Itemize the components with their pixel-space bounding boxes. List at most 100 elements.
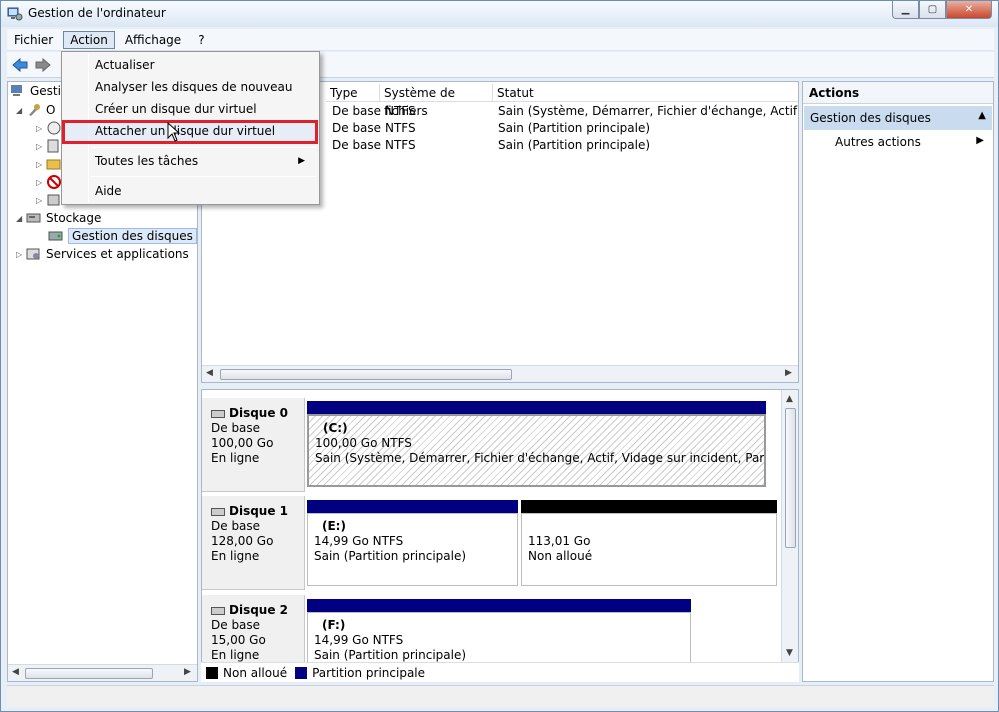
back-arrow-icon[interactable] [10, 56, 30, 74]
column-header-status[interactable]: Statut [493, 84, 798, 102]
collapse-up-icon[interactable]: ▲ [978, 110, 986, 121]
collapse-arrow-icon[interactable]: ◢ [16, 106, 26, 115]
maximize-icon: ▢ [927, 4, 938, 15]
unallocated-status: Non alloué [528, 549, 593, 563]
disk-0-info[interactable]: Disque 0 De base 100,00 Go En ligne [202, 398, 305, 492]
expand-arrow-icon[interactable]: ▷ [36, 142, 46, 151]
disk-legend: Non alloué Partition principale [201, 662, 799, 682]
partition-f-label: (F:) [322, 618, 346, 632]
storage-icon [26, 213, 41, 223]
partition-c[interactable]: (C:) 100,00 Go NTFS Sain (Système, Démar… [307, 401, 766, 487]
partition-e-status: Sain (Partition principale) [314, 549, 467, 563]
scroll-up-icon[interactable]: ▲ [786, 394, 793, 404]
menu-help[interactable]: ? [191, 31, 211, 49]
minimize-button[interactable]: ▁ [892, 1, 919, 19]
tree-horizontal-scrollbar[interactable]: ◀ ▶ [8, 664, 197, 681]
row-1-fs: NTFS [385, 121, 416, 135]
row-0-status: Sain (Système, Démarrer, Fichier d'échan… [498, 104, 798, 118]
menu-item-attach-vhd[interactable]: Attacher un disque dur virtuel [95, 121, 275, 141]
performance-icon [47, 194, 60, 206]
status-bar [7, 685, 994, 707]
event-viewer-icon [47, 139, 59, 153]
actions-more-actions[interactable]: Autres actions ▶ [835, 135, 990, 149]
list-horizontal-scrollbar[interactable]: ◀ ▶ [202, 365, 798, 382]
legend-unallocated: Non alloué [223, 665, 288, 680]
menu-item-refresh[interactable]: Actualiser [95, 55, 155, 75]
disk-0-name: Disque 0 [229, 406, 289, 420]
actions-pane: Actions Gestion des disques ▲ Autres act… [802, 81, 994, 682]
tree-item-services[interactable]: ▷ Services et applications [16, 245, 189, 263]
partition-bar [521, 500, 777, 513]
disk-2-state: En ligne [211, 648, 260, 662]
tree-item-root[interactable]: Gesti [10, 82, 61, 100]
scroll-thumb[interactable] [25, 668, 153, 679]
legend-swatch-unallocated [206, 666, 218, 679]
partition-e-size: 14,99 Go NTFS [314, 534, 404, 548]
partition-c-status: Sain (Système, Démarrer, Fichier d'échan… [315, 451, 765, 465]
menu-affichage[interactable]: Affichage [118, 31, 188, 49]
partition-e-label: (E:) [322, 519, 346, 533]
collapse-arrow-icon[interactable]: ◢ [16, 214, 26, 223]
partition-f-status: Sain (Partition principale) [314, 648, 467, 662]
row-1-type: De base [332, 121, 382, 135]
expand-arrow-icon[interactable]: ▷ [36, 124, 46, 133]
shared-folder-icon [46, 159, 61, 170]
unallocated-size: 113,01 Go [528, 534, 591, 548]
legend-primary: Partition principale [312, 665, 426, 680]
scroll-right-icon[interactable]: ▶ [184, 667, 191, 677]
scroll-thumb[interactable] [220, 369, 512, 380]
tree-item-system-tools[interactable]: ◢ O [16, 101, 55, 119]
expand-arrow-icon[interactable]: ▷ [36, 178, 46, 187]
forward-arrow-icon[interactable] [33, 56, 53, 74]
disk-0-state: En ligne [211, 451, 260, 465]
expand-arrow-icon[interactable]: ▷ [36, 160, 46, 169]
row-2-type: De base [332, 138, 382, 152]
unallocated-space[interactable]: 113,01 Go Non alloué [521, 500, 777, 586]
column-header-type[interactable]: Type [326, 84, 380, 102]
scroll-down-icon[interactable]: ▼ [786, 648, 793, 658]
disk-1-kind: De base [211, 519, 261, 533]
menu-item-all-tasks[interactable]: Toutes les tâches ▶ [95, 151, 315, 171]
minimize-icon: ▁ [901, 4, 910, 15]
menu-item-create-vhd[interactable]: Créer un disque dur virtuel [95, 99, 257, 119]
row-0-fs: NTFS [385, 104, 416, 118]
scroll-right-icon[interactable]: ▶ [785, 368, 792, 378]
partition-body: (C:) 100,00 Go NTFS Sain (Système, Démar… [307, 414, 766, 487]
menu-item-help[interactable]: Aide [95, 181, 122, 201]
actions-section-disk-management[interactable]: Gestion des disques ▲ [804, 106, 992, 130]
tree-item-disk-management[interactable]: Gestion des disques [48, 227, 197, 245]
menu-action[interactable]: Action [63, 30, 115, 49]
tree-label-system: O [46, 103, 56, 117]
menu-fichier[interactable]: Fichier [7, 31, 60, 49]
scroll-thumb[interactable] [785, 408, 796, 548]
expand-arrow-icon[interactable]: ▷ [16, 250, 26, 259]
disk-0-kind: De base [211, 421, 261, 435]
actions-section-label: Gestion des disques [810, 111, 931, 125]
tree-item-storage[interactable]: ◢ Stockage [16, 209, 101, 227]
submenu-arrow-icon: ▶ [298, 156, 305, 166]
partition-body: (E:) 14,99 Go NTFS Sain (Partition princ… [307, 513, 518, 586]
partition-e[interactable]: (E:) 14,99 Go NTFS Sain (Partition princ… [307, 500, 518, 586]
disk-1-state: En ligne [211, 549, 260, 563]
row-0-type: De base [332, 104, 382, 118]
disk-vertical-scrollbar[interactable]: ▲ ▼ [781, 390, 798, 662]
title-bar: Gestion de l'ordinateur ▁ ▢ ✕ [1, 1, 998, 27]
services-icon [26, 248, 40, 260]
window-title: Gestion de l'ordinateur [28, 6, 166, 20]
tree-label-storage: Stockage [46, 211, 102, 225]
scroll-left-icon[interactable]: ◀ [206, 368, 213, 378]
column-header-filesystem[interactable]: Système de fichiers [380, 84, 493, 118]
disk-1-name: Disque 1 [229, 504, 289, 518]
disk-graphical-view: Disque 0 De base 100,00 Go En ligne (C:)… [201, 389, 799, 682]
submenu-arrow-icon: ▶ [976, 135, 984, 146]
expand-arrow-icon[interactable]: ▷ [36, 196, 46, 205]
mouse-cursor-icon [167, 122, 181, 142]
disk-1-info[interactable]: Disque 1 De base 128,00 Go En ligne [202, 496, 305, 590]
disk-management-icon [48, 231, 63, 241]
close-button[interactable]: ✕ [946, 1, 992, 19]
maximize-button[interactable]: ▢ [919, 1, 946, 19]
menu-item-rescan-disks[interactable]: Analyser les disques de nouveau [95, 77, 292, 97]
partition-bar [307, 401, 766, 414]
row-2-status: Sain (Partition principale) [498, 138, 651, 152]
scroll-left-icon[interactable]: ◀ [12, 667, 19, 677]
